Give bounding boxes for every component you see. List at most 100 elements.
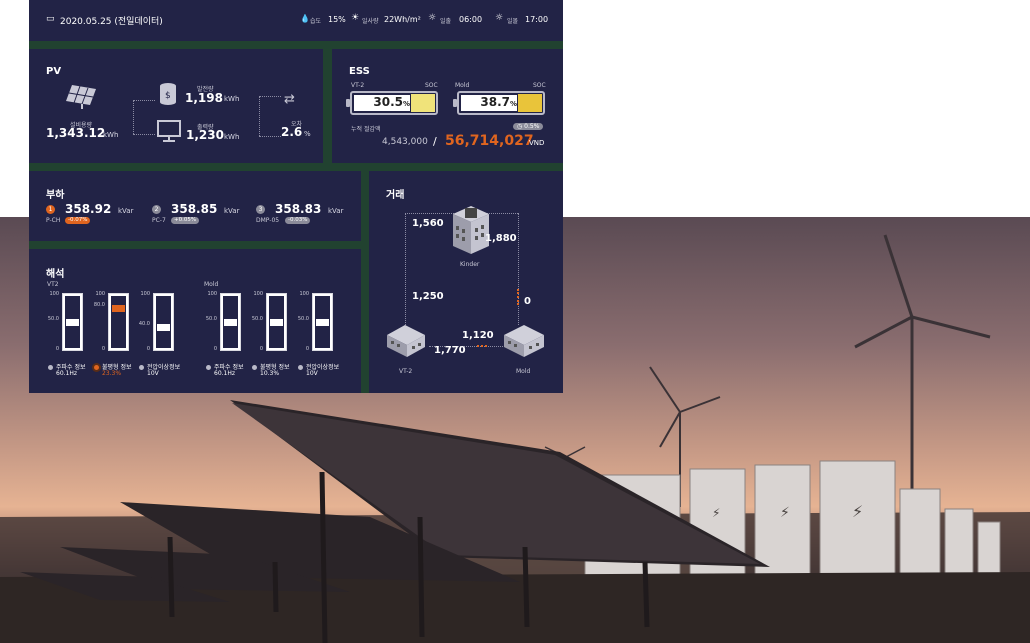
battery-2-unit: %	[509, 100, 517, 108]
revenue-currency: VND	[529, 139, 545, 147]
gauge-4-mark: 50.0	[205, 316, 217, 322]
gauge-2-value: 23.3%	[102, 370, 122, 377]
gauge-3	[153, 293, 174, 351]
gauge-1-level	[66, 319, 79, 326]
gauge-3-scale-bottom: 0	[146, 346, 150, 352]
gauge-5	[266, 293, 287, 351]
load-item-1-badge: 1	[46, 205, 55, 214]
gauge-1-mark: 50.0	[47, 316, 59, 322]
gauge-1-value: 60.1Hz	[56, 370, 78, 377]
gauge-2-scale-bottom: 0	[101, 346, 105, 352]
clock-icon: ◷	[517, 123, 523, 130]
gauge-1-scale-bottom: 0	[55, 346, 59, 352]
gauge-4-value: 60.1Hz	[214, 370, 236, 377]
load-item-1-unit: kVar	[118, 207, 134, 215]
gauge-6-scale-top: 100	[299, 291, 309, 297]
humidity-icon: 💧	[300, 14, 310, 23]
load-title: 부하	[46, 190, 65, 201]
load-item-1-change: -0.07%	[65, 217, 91, 224]
svg-text:⚡: ⚡	[780, 505, 790, 521]
date-label: 2020.05.25 (전일데이터)	[60, 17, 163, 27]
gauge-4-scale-bottom: 0	[213, 346, 217, 352]
battery-2-level	[518, 94, 542, 112]
capacity-unit: kWh	[103, 131, 119, 139]
load-item-2-value: 358.85	[171, 202, 218, 216]
battery-2-value: 38.7	[480, 95, 510, 109]
vt2-label: VT-2	[399, 368, 413, 375]
svg-text:$: $	[165, 91, 171, 101]
trade-title: 거래	[386, 190, 405, 201]
gauge-4-indicator	[206, 365, 211, 370]
sunset-icon: ☼	[495, 13, 504, 23]
sunrise-icon: ☼	[428, 13, 437, 23]
flow-left: 1,250	[412, 291, 444, 302]
gauge-5-scale-bottom: 0	[259, 346, 263, 352]
revenue-badge-value: 0.5%	[524, 123, 540, 130]
sunrise-label: 일출	[440, 18, 452, 25]
gauge-4-scale-top: 100	[207, 291, 217, 297]
trade-panel: 거래 Kinder VT-2 Mold 1,560 1,880 1,250 0 …	[369, 171, 563, 393]
error-unit: %	[304, 130, 311, 138]
gauge-6-mark: 50.0	[297, 316, 309, 322]
capacity-value: 1,343.12	[46, 126, 106, 140]
pv-panel: PV 설비용량 1,343.12 kWh $ 발전량 1,198 kWh 출력량…	[29, 49, 323, 163]
group-1-name: VT2	[47, 281, 59, 288]
flow-top-left: 1,560	[412, 218, 444, 229]
revenue-prev: 4,543,000	[382, 137, 428, 147]
load-item-3-unit: kVar	[328, 207, 344, 215]
mold-label: Mold	[516, 368, 531, 375]
gauge-6-level	[316, 319, 329, 326]
load-item-2-change: +0.05%	[171, 217, 200, 224]
group-2-name: Mold	[204, 281, 219, 288]
gauge-5-indicator	[252, 365, 257, 370]
flow-bottom-top: 1,120	[462, 330, 494, 341]
monitor-icon	[157, 120, 181, 142]
gauge-5-value: 10.3%	[260, 370, 280, 377]
revenue-separator: /	[433, 135, 437, 148]
analysis-panel: 해석 VT2 Mold 100 50.0 0 주파수 정보 60.1Hz 100…	[29, 249, 361, 393]
generation-unit: kWh	[224, 95, 240, 103]
gauge-1-indicator	[48, 365, 53, 370]
load-item-3-change: -0.03%	[285, 217, 311, 224]
flow-right: 0	[524, 296, 531, 307]
kinder-building-icon	[453, 206, 489, 254]
flow-top-right: 1,880	[485, 233, 517, 244]
revenue-badge: ◷ 0.5%	[513, 123, 544, 130]
gauge-5-scale-top: 100	[253, 291, 263, 297]
sunset-label: 일몰	[507, 18, 519, 25]
gauge-6-indicator	[298, 365, 303, 370]
gauge-1-scale-top: 100	[49, 291, 59, 297]
gauge-2	[108, 293, 129, 351]
gauge-3-level	[157, 324, 170, 331]
header-bar: ▭ 2020.05.25 (전일데이터) 💧 습도 15% ☀ 일사량 22Wh…	[29, 0, 563, 41]
svg-text:⚡: ⚡	[852, 502, 863, 521]
humidity-label: 습도	[310, 18, 322, 25]
sunset-value: 17:00	[525, 15, 549, 24]
ess-panel: ESS VT-2 SOC 30.5% Mold SOC 38.7% 누적 절감액…	[332, 49, 563, 163]
load-item-3-value: 358.83	[275, 202, 322, 216]
generation-value: 1,198	[185, 91, 223, 105]
output-unit: kWh	[224, 133, 240, 141]
ess-title: ESS	[349, 66, 370, 77]
irradiance-label: 일사량	[362, 18, 379, 25]
load-item-1-name: P-CH	[46, 217, 61, 224]
battery-1-soc-label: SOC	[425, 82, 438, 89]
gauge-6	[312, 293, 333, 351]
battery-2-soc-label: SOC	[533, 82, 546, 89]
pv-title: PV	[46, 66, 62, 77]
sunrise-value: 06:00	[459, 15, 483, 24]
coin-stack-icon: $	[160, 83, 176, 105]
battery-1-name: VT-2	[351, 82, 365, 89]
battery-1-level	[411, 94, 435, 112]
gauge-3-indicator	[139, 365, 144, 370]
load-item-2-badge: 2	[152, 205, 161, 214]
gauge-5-mark: 50.0	[251, 316, 263, 322]
battery-1-gauge: 30.5%	[346, 91, 438, 115]
gauge-6-scale-bottom: 0	[305, 346, 309, 352]
sun-icon: ☀	[351, 13, 360, 23]
energy-dashboard: ▭ 2020.05.25 (전일데이터) 💧 습도 15% ☀ 일사량 22Wh…	[29, 0, 563, 393]
load-item-2-unit: kVar	[224, 207, 240, 215]
gauge-4	[220, 293, 241, 351]
load-item-2-name: PC-7	[152, 217, 166, 224]
gauge-2-scale-top: 100	[95, 291, 105, 297]
